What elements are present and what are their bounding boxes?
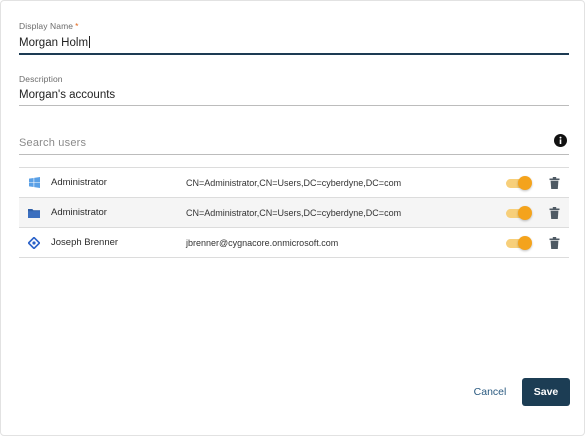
search-users-field[interactable]: Search users bbox=[19, 134, 569, 157]
table-row[interactable]: Administrator CN=Administrator,CN=Users,… bbox=[19, 168, 569, 198]
search-underline bbox=[19, 154, 569, 155]
display-name-input[interactable]: Morgan Holm bbox=[19, 37, 88, 49]
edit-account-group-dialog: Display Name * Morgan Holm Description Mo… bbox=[0, 0, 585, 436]
table-row[interactable]: Joseph Brenner jbrenner@cygnacore.onmicr… bbox=[19, 228, 569, 258]
user-dn: jbrenner@cygnacore.onmicrosoft.com bbox=[186, 237, 339, 248]
text-cursor bbox=[89, 36, 91, 48]
description-input[interactable]: Morgan's accounts bbox=[19, 89, 569, 101]
folder-icon bbox=[28, 207, 40, 219]
display-name-field[interactable]: Display Name * Morgan Holm bbox=[19, 21, 569, 55]
users-table: Administrator CN=Administrator,CN=Users,… bbox=[19, 167, 569, 258]
description-underline bbox=[19, 105, 569, 106]
required-marker: * bbox=[75, 21, 79, 31]
windows-icon bbox=[28, 177, 40, 189]
enabled-toggle[interactable] bbox=[506, 176, 532, 190]
enabled-toggle[interactable] bbox=[506, 206, 532, 220]
table-row[interactable]: Administrator CN=Administrator,CN=Users,… bbox=[19, 198, 569, 228]
enabled-toggle[interactable] bbox=[506, 236, 532, 250]
display-name-underline bbox=[19, 53, 569, 55]
trash-icon[interactable] bbox=[549, 177, 560, 189]
save-button[interactable]: Save bbox=[522, 378, 570, 406]
search-users-input[interactable]: Search users bbox=[19, 137, 569, 149]
user-name: Administrator bbox=[51, 177, 107, 188]
description-field[interactable]: Description Morgan's accounts bbox=[19, 74, 569, 108]
description-label: Description bbox=[19, 74, 63, 84]
trash-icon[interactable] bbox=[549, 207, 560, 219]
display-name-label: Display Name bbox=[19, 21, 74, 31]
trash-icon[interactable] bbox=[549, 237, 560, 249]
user-name: Joseph Brenner bbox=[51, 237, 119, 248]
cancel-button[interactable]: Cancel bbox=[467, 380, 513, 404]
info-icon[interactable] bbox=[554, 134, 567, 147]
user-dn: CN=Administrator,CN=Users,DC=cyberdyne,D… bbox=[186, 207, 402, 218]
user-dn: CN=Administrator,CN=Users,DC=cyberdyne,D… bbox=[186, 177, 402, 188]
user-name: Administrator bbox=[51, 207, 107, 218]
azure-ad-icon bbox=[28, 236, 40, 249]
